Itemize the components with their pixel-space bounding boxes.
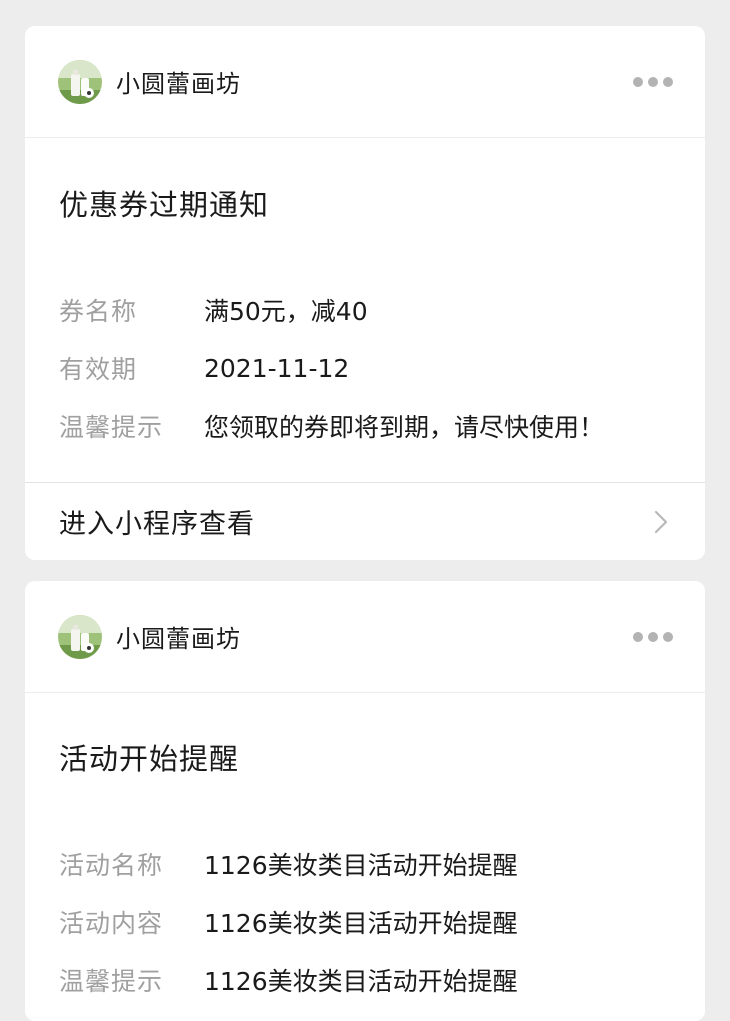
dot [663,631,673,642]
row-value: 1126美妆类目活动开始提醒 [204,967,518,996]
avatar[interactable] [58,614,102,659]
detail-rows: 活动名称 1126美妆类目活动开始提醒 活动内容 1126美妆类目活动开始提醒 … [59,835,675,1009]
row-key: 活动名称 [59,851,164,880]
card-header: 小圆蕾画坊 [25,26,705,138]
card-title: 优惠券过期通知 [59,188,270,222]
dot [633,76,643,87]
account-name[interactable]: 小圆蕾画坊 [116,619,241,654]
row-value: 2021-11-12 [204,353,350,383]
detail-row: 温馨提示 您领取的券即将到期，请尽快使用！ [59,397,675,455]
row-value: 满50元，减40 [204,297,368,326]
row-key: 温馨提示 [59,413,164,442]
row-key: 活动内容 [59,909,164,938]
row-key: 券名称 [59,297,138,326]
detail-row: 有效期 2021-11-12 [59,339,675,397]
message-card-activity-start: 小圆蕾画坊 活动开始提醒 活动名称 1126美妆类目活动开始提醒 活动内容 11… [25,581,705,1021]
more-dots-icon[interactable] [633,631,673,642]
milk-bottles-avatar-icon [58,59,102,104]
milk-bottles-avatar-icon [58,614,102,659]
row-value: 1126美妆类目活动开始提醒 [204,909,518,938]
detail-row: 券名称 满50元，减40 [59,281,675,339]
dot [648,76,658,87]
avatar[interactable] [58,59,102,104]
detail-rows: 券名称 满50元，减40 有效期 2021-11-12 温馨提示 您领取的券即将… [59,281,675,455]
message-card-coupon-expiry: 小圆蕾画坊 优惠券过期通知 券名称 满50元，减40 有效期 2021-11-1… [25,26,705,560]
row-value: 您领取的券即将到期，请尽快使用！ [204,413,605,442]
row-value: 1126美妆类目活动开始提醒 [204,851,518,880]
card-title: 活动开始提醒 [59,742,240,776]
more-dots-icon[interactable] [633,76,673,87]
open-mini-program-link[interactable]: 进入小程序查看 [25,482,705,560]
dot [633,631,643,642]
row-key: 有效期 [59,355,138,384]
footer-label: 进入小程序查看 [59,509,255,540]
detail-row: 活动内容 1126美妆类目活动开始提醒 [59,893,675,951]
row-key: 温馨提示 [59,967,164,996]
card-header: 小圆蕾画坊 [25,581,705,693]
detail-row: 温馨提示 1126美妆类目活动开始提醒 [59,951,675,1009]
detail-row: 活动名称 1126美妆类目活动开始提醒 [59,835,675,893]
dot [663,76,673,87]
dot [648,631,658,642]
account-name[interactable]: 小圆蕾画坊 [116,64,241,99]
chevron-right-icon [654,510,668,533]
